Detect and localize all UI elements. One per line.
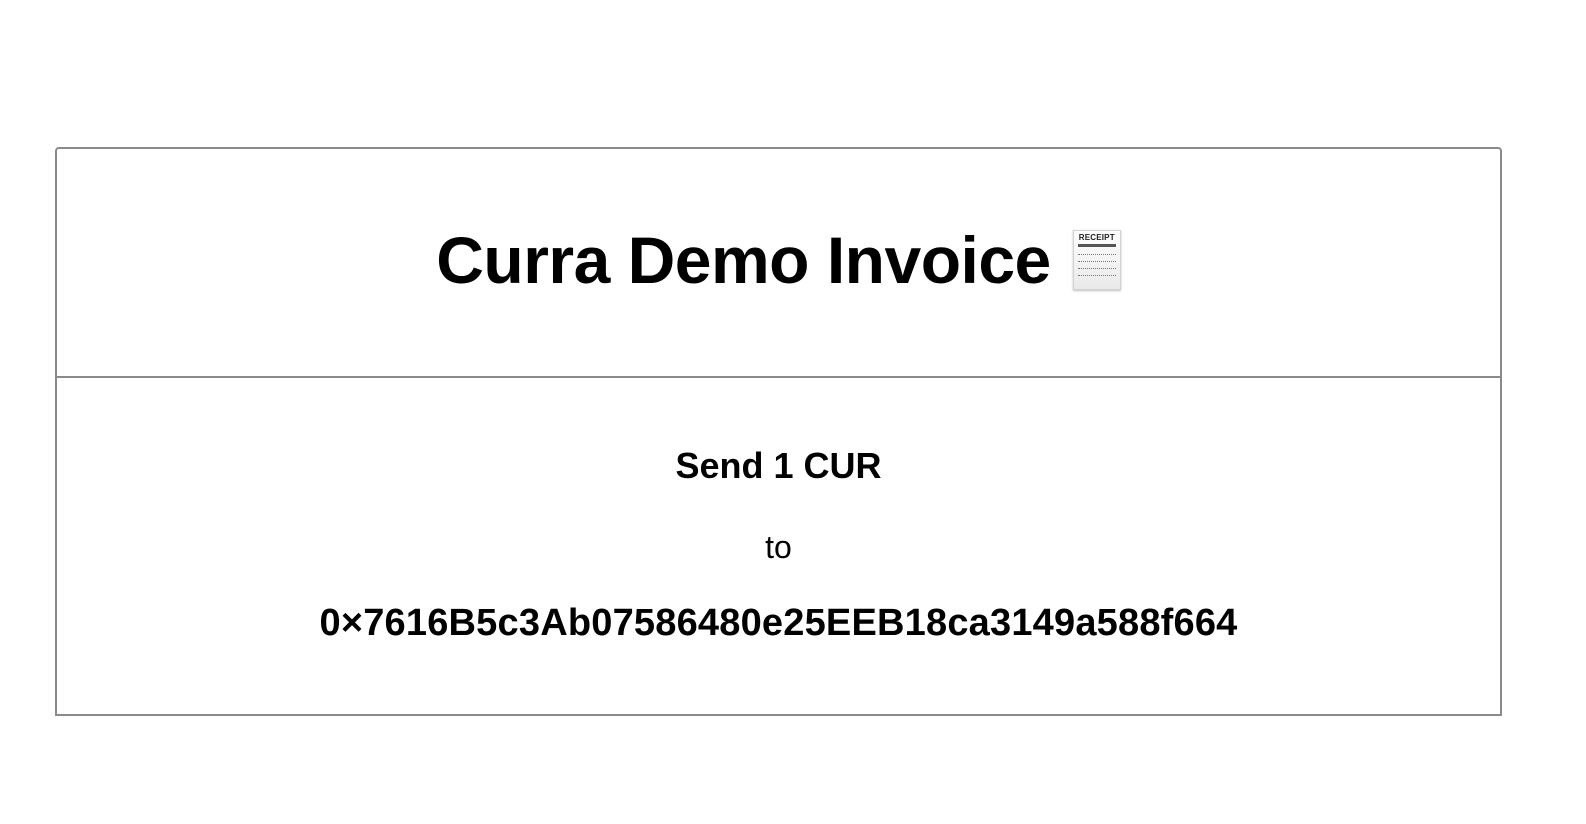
- receipt-icon: RECEIPT: [1072, 229, 1121, 290]
- invoice-card: Curra Demo Invoice RECEIPT Send 1 CUR to…: [55, 147, 1502, 716]
- receipt-icon-line: [1077, 274, 1116, 276]
- title-row: Curra Demo Invoice RECEIPT: [436, 227, 1121, 293]
- receipt-icon-label: RECEIPT: [1078, 232, 1115, 242]
- receipt-icon-rule: [1077, 243, 1116, 247]
- invoice-body: Send 1 CUR to 0×7616B5c3Ab07586480e25EEB…: [55, 378, 1502, 716]
- receipt-icon-line: [1077, 260, 1116, 262]
- receipt-icon-line: [1077, 253, 1116, 255]
- recipient-address[interactable]: 0×7616B5c3Ab07586480e25EEB18ca3149a588f6…: [57, 604, 1500, 642]
- invoice-header: Curra Demo Invoice RECEIPT: [55, 147, 1502, 378]
- send-amount: Send 1 CUR: [675, 445, 882, 486]
- receipt-icon-line: [1077, 267, 1116, 269]
- to-label: to: [765, 529, 792, 565]
- invoice-title: Curra Demo Invoice: [436, 222, 1051, 297]
